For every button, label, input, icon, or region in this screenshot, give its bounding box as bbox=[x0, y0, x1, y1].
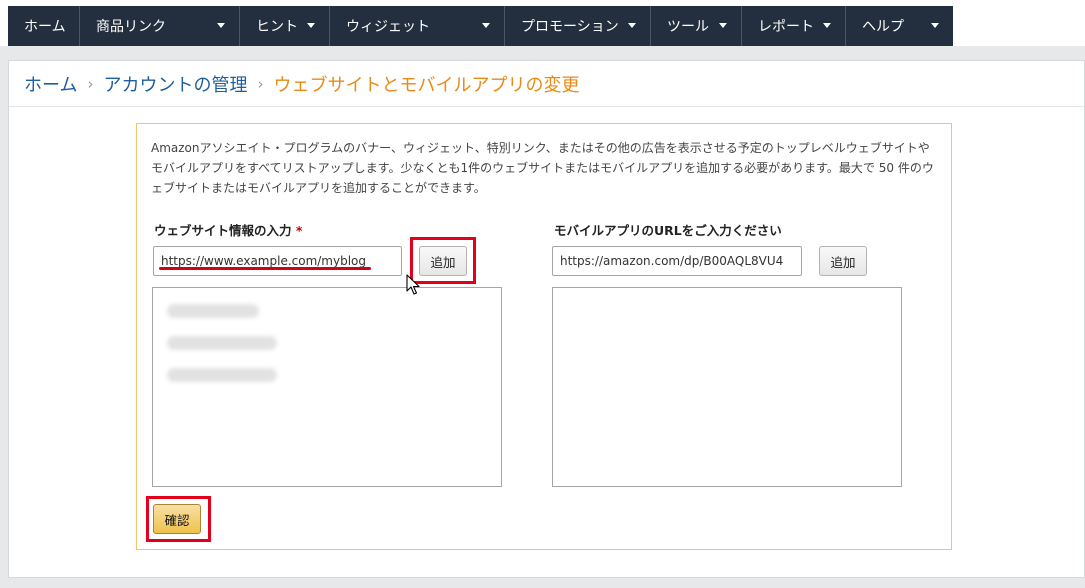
app-field-label: モバイルアプリのURLをご入力ください bbox=[554, 223, 782, 238]
nav-item-help[interactable]: ヘルプ bbox=[846, 6, 953, 46]
divider bbox=[9, 106, 1084, 107]
caret-down-icon bbox=[482, 23, 490, 28]
nav-item-promotions[interactable]: プロモーション bbox=[505, 6, 651, 46]
annotation-underline bbox=[159, 267, 371, 270]
nav-item-label: ヒント bbox=[256, 19, 298, 35]
breadcrumb-separator: › bbox=[257, 75, 264, 93]
nav-item-reports[interactable]: レポート bbox=[742, 6, 846, 46]
app-url-value: https://amazon.com/dp/B00AQL8VU4 bbox=[560, 254, 784, 268]
breadcrumb-home-link[interactable]: ホーム bbox=[24, 71, 77, 97]
blurred-list-item bbox=[167, 336, 277, 350]
website-field-label: ウェブサイト情報の入力 * bbox=[154, 220, 302, 239]
website-label-text: ウェブサイト情報の入力 bbox=[154, 223, 292, 238]
breadcrumb: ホーム › アカウントの管理 › ウェブサイトとモバイルアプリの変更 bbox=[24, 71, 579, 97]
caret-down-icon bbox=[931, 23, 939, 28]
mouse-cursor-icon bbox=[406, 274, 420, 295]
nav-item-tools[interactable]: ツール bbox=[651, 6, 742, 46]
website-url-input[interactable]: https://www.example.com/myblog bbox=[153, 246, 402, 276]
main-nav: ホーム 商品リンク ヒント ウィジェット プロモーション ツール レポート ヘル… bbox=[8, 6, 953, 46]
nav-item-product-links[interactable]: 商品リンク bbox=[80, 6, 240, 46]
main-panel: ホーム › アカウントの管理 › ウェブサイトとモバイルアプリの変更 Amazo… bbox=[8, 60, 1085, 578]
website-url-value: https://www.example.com/myblog bbox=[161, 254, 367, 268]
blurred-list-item bbox=[167, 304, 259, 318]
breadcrumb-separator: › bbox=[87, 75, 94, 93]
nav-item-label: ヘルプ bbox=[862, 19, 904, 35]
breadcrumb-account-link[interactable]: アカウントの管理 bbox=[103, 71, 247, 97]
caret-down-icon bbox=[719, 23, 727, 28]
annotation-highlight-confirm bbox=[146, 496, 211, 542]
website-form: Amazonアソシエイト・プログラムのバナー、ウィジェット、特別リンク、またはそ… bbox=[136, 123, 952, 550]
top-bar: ホーム 商品リンク ヒント ウィジェット プロモーション ツール レポート ヘル… bbox=[0, 0, 1085, 46]
nav-item-widgets[interactable]: ウィジェット bbox=[330, 6, 505, 46]
nav-item-hints[interactable]: ヒント bbox=[240, 6, 330, 46]
app-url-input[interactable]: https://amazon.com/dp/B00AQL8VU4 bbox=[552, 246, 802, 276]
form-description: Amazonアソシエイト・プログラムのバナー、ウィジェット、特別リンク、またはそ… bbox=[151, 141, 934, 195]
nav-item-label: レポート bbox=[758, 19, 814, 35]
page-title: ウェブサイトとモバイルアプリの変更 bbox=[273, 75, 580, 96]
caret-down-icon bbox=[628, 23, 636, 28]
nav-item-home[interactable]: ホーム bbox=[8, 6, 80, 46]
app-list[interactable] bbox=[552, 287, 902, 487]
nav-item-label: ツール bbox=[667, 19, 709, 35]
caret-down-icon bbox=[217, 23, 225, 28]
blurred-list-item bbox=[167, 368, 277, 382]
nav-item-label: プロモーション bbox=[521, 19, 619, 35]
website-list[interactable] bbox=[152, 287, 502, 487]
caret-down-icon bbox=[307, 23, 315, 28]
nav-item-label: 商品リンク bbox=[96, 19, 166, 35]
add-app-button[interactable]: 追加 bbox=[819, 246, 867, 276]
required-mark: * bbox=[295, 223, 303, 238]
caret-down-icon bbox=[823, 23, 831, 28]
nav-item-label: ウィジェット bbox=[346, 19, 430, 35]
nav-item-label: ホーム bbox=[24, 19, 66, 35]
